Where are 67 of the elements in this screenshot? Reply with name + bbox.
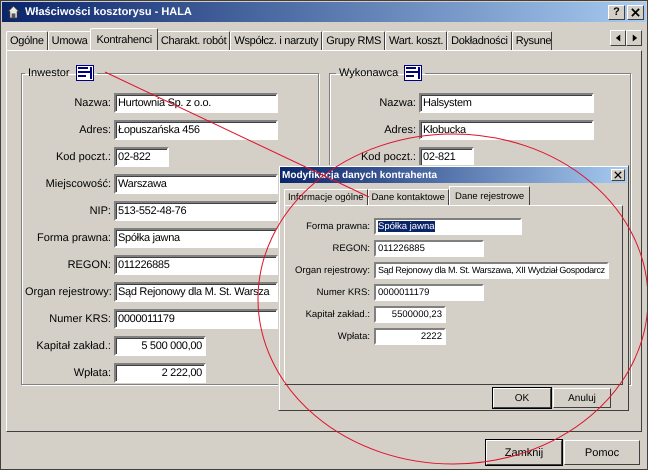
dialog-button[interactable]: Pomoc	[564, 440, 640, 465]
close-icon	[614, 171, 622, 179]
input-field[interactable]: 2222	[374, 328, 446, 345]
input-field[interactable]: Łopuszańska 456	[114, 120, 278, 140]
close-icon	[631, 8, 640, 16]
input-field[interactable]: 5500000,23	[374, 306, 446, 323]
input-field[interactable]: 011226885	[374, 240, 484, 257]
close-button[interactable]	[611, 169, 625, 181]
field-label: Wpłata:	[72, 367, 111, 379]
tab[interactable]: Ogólne	[6, 31, 48, 50]
tab[interactable]: Grupy RMS	[322, 31, 386, 50]
input-field[interactable]: 02-821	[419, 147, 474, 167]
input-field[interactable]: 02-822	[114, 147, 169, 167]
field-label: Forma prawna:	[305, 221, 370, 232]
tab[interactable]: Charakt. robót	[156, 31, 230, 50]
tab[interactable]: Współcz. i narzuty	[230, 31, 322, 50]
input-field[interactable]: 0000011179	[374, 284, 484, 301]
field-label: Wpłata:	[336, 331, 370, 342]
input-field[interactable]: 513-552-48-76	[114, 201, 278, 221]
help-button[interactable]: ?	[608, 4, 625, 20]
input-field[interactable]: 2 222,00	[114, 363, 206, 383]
input-field[interactable]: Kłobucka	[419, 120, 594, 140]
tab[interactable]: Dane kontaktowe	[368, 189, 449, 205]
field-label: Forma prawna:	[36, 232, 111, 244]
app-icon	[6, 4, 21, 20]
scroll-left-button[interactable]	[610, 30, 626, 46]
window-title: Właściwości kosztorysu - HALA	[25, 6, 193, 18]
scroll-right-button[interactable]	[626, 30, 642, 46]
tab[interactable]: Umowa	[48, 31, 92, 50]
tab[interactable]: Rysune	[512, 31, 552, 50]
input-field[interactable]: Halsystem	[419, 93, 594, 113]
input-field[interactable]: Sąd Rejonowy dla M. St. Warszawa, XII Wydział Gospodarcz	[374, 262, 609, 279]
field-label: Miejscowość:	[44, 178, 111, 190]
dialog-button[interactable]: Anuluj	[553, 388, 611, 408]
field-label: NIP:	[88, 205, 111, 217]
field-label: Kod poczt.:	[360, 151, 416, 163]
field-label: Organ rejestrowy:	[25, 286, 111, 298]
field-label: Nazwa:	[73, 97, 111, 109]
tab[interactable]: Dokładności	[447, 31, 512, 50]
field-label: Kod poczt.:	[54, 151, 111, 163]
list-icon[interactable]	[76, 65, 94, 81]
input-field[interactable]: Spółka jawna	[374, 218, 522, 235]
list-icon[interactable]	[404, 65, 422, 81]
field-label: Numer KRS:	[48, 313, 111, 325]
field-label: Organ rejestrowy:	[294, 265, 370, 276]
input-field[interactable]: 011226885	[114, 255, 278, 275]
dialog-button[interactable]: OK	[493, 388, 551, 408]
close-button[interactable]	[627, 4, 644, 20]
tab[interactable]: Dane rejestrowe	[448, 186, 530, 205]
input-field[interactable]: Spółka jawna	[114, 228, 278, 248]
field-label: Nazwa:	[378, 97, 416, 109]
field-label: Adres:	[78, 124, 111, 136]
input-field[interactable]: 0000011179	[114, 309, 278, 329]
field-label: Kapitał zakład.:	[35, 340, 111, 352]
tab[interactable]: Kontrahenci	[90, 28, 158, 50]
input-field[interactable]: 5 500 000,00	[114, 336, 206, 356]
field-label: Numer KRS:	[316, 287, 370, 298]
left-arrow-icon	[614, 34, 622, 42]
group-title: Wykonawca	[339, 67, 398, 79]
right-arrow-icon	[630, 34, 638, 42]
tab[interactable]: Wart. koszt.	[385, 31, 448, 50]
field-label: Kapitał zakład.:	[304, 309, 370, 320]
field-label: REGON:	[332, 243, 370, 254]
group-title: Inwestor	[28, 67, 70, 79]
field-label: Adres:	[383, 124, 416, 136]
input-field[interactable]: Warszawa	[114, 174, 278, 194]
field-label: REGON:	[66, 259, 111, 271]
